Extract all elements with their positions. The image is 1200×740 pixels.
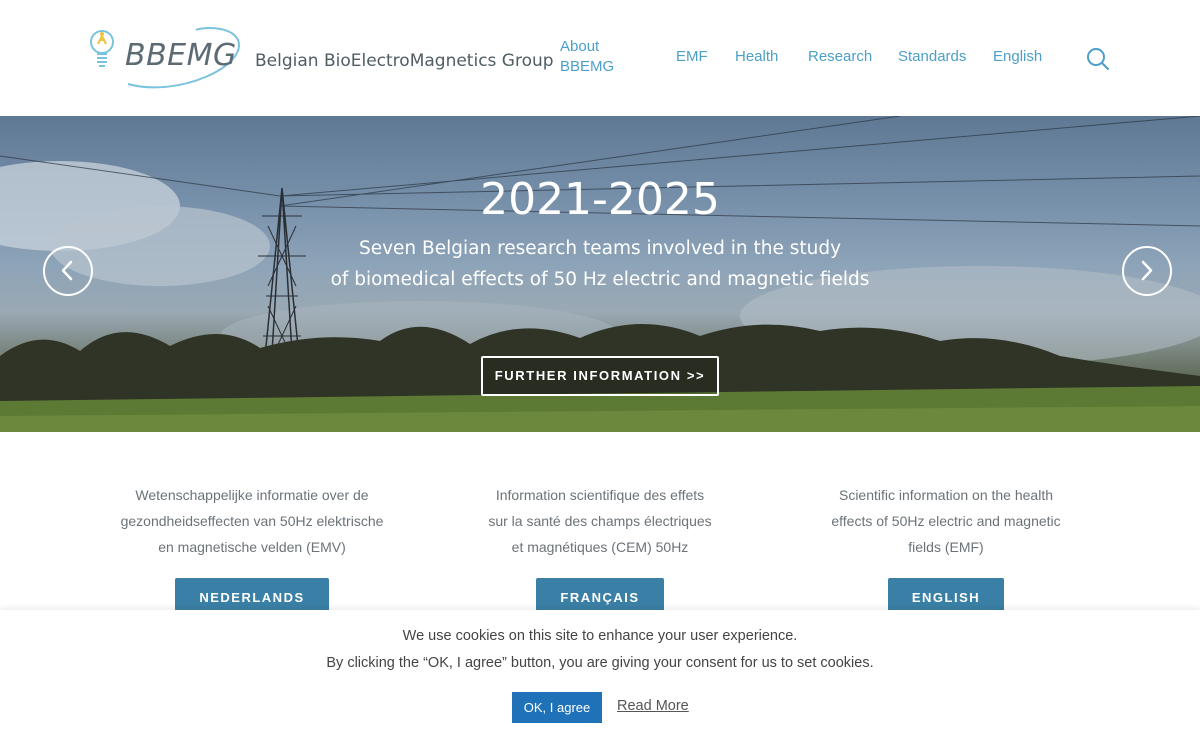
language-description-nl: Wetenschappelijke informatie over de gez…: [120, 487, 384, 555]
nav-emf[interactable]: EMF: [676, 47, 708, 67]
nav-health[interactable]: Health: [735, 47, 778, 67]
hero-slider: 2021-2025 Seven Belgian research teams i…: [0, 116, 1200, 432]
site-logo[interactable]: BBEMG Belgian BioElectroMagnetics Group: [88, 26, 554, 90]
language-column-en: Scientific information on the health eff…: [796, 482, 1096, 618]
slider-prev-button[interactable]: [43, 246, 93, 296]
nav-about-bbemg[interactable]: About BBEMG: [560, 37, 620, 77]
language-column-fr: Information scientifique des effets sur …: [450, 482, 750, 618]
logo-abbreviation: BBEMG: [125, 38, 237, 73]
cookie-consent-bar: We use cookies on this site to enhance y…: [0, 610, 1200, 740]
nav-research[interactable]: Research: [808, 47, 872, 67]
cookie-message-line-2: By clicking the “OK, I agree” button, yo…: [326, 655, 874, 671]
chevron-right-icon: [1141, 260, 1153, 281]
slider-next-button[interactable]: [1122, 246, 1172, 296]
site-header: BBEMG Belgian BioElectroMagnetics Group …: [0, 0, 1200, 116]
search-icon[interactable]: [1086, 47, 1110, 71]
cookie-message-line-1: We use cookies on this site to enhance y…: [402, 628, 798, 644]
language-description-fr: Information scientifique des effets sur …: [488, 487, 712, 555]
hero-subtitle-line-2: of biomedical effects of 50 Hz electric …: [330, 269, 870, 290]
nav-language-english[interactable]: English: [993, 47, 1042, 67]
language-column-nl: Wetenschappelijke informatie over de gez…: [102, 482, 402, 618]
hero-subtitle-line-1: Seven Belgian research teams involved in…: [358, 238, 842, 259]
nav-standards[interactable]: Standards: [898, 47, 966, 67]
chevron-left-icon: [61, 260, 73, 281]
cookie-agree-button[interactable]: OK, I agree: [512, 692, 602, 723]
hero-title: 2021-2025: [480, 174, 720, 225]
cookie-read-more-link[interactable]: Read More: [617, 698, 689, 714]
language-description-en: Scientific information on the health eff…: [831, 487, 1061, 555]
further-information-button[interactable]: FURTHER INFORMATION >>: [481, 356, 719, 396]
logo-full-name: Belgian BioElectroMagnetics Group: [255, 51, 554, 71]
